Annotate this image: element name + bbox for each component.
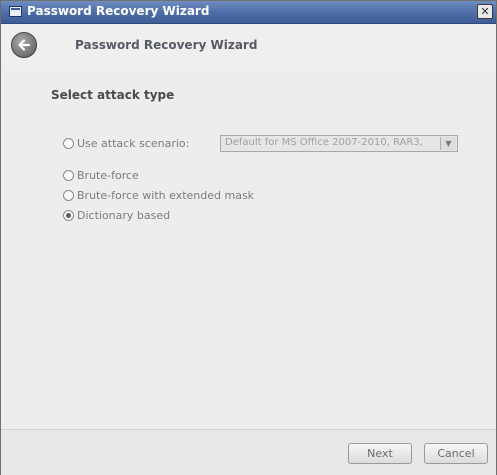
close-button[interactable]: ✕	[477, 4, 493, 19]
option-label: Dictionary based	[77, 209, 171, 222]
window-title: Password Recovery Wizard	[27, 4, 210, 18]
app-window-icon	[9, 6, 22, 17]
chevron-down-icon[interactable]: ▼	[440, 137, 456, 150]
radio-brute-force[interactable]	[63, 170, 74, 181]
back-button[interactable]	[11, 32, 37, 58]
radio-brute-force-extended-mask[interactable]	[63, 190, 74, 201]
title-bar[interactable]: Password Recovery Wizard ✕	[1, 1, 496, 24]
scenario-select-value: Default for MS Office 2007-2010, RAR3,	[225, 137, 423, 148]
option-label: Use attack scenario:	[77, 137, 190, 150]
wizard-window: Password Recovery Wizard ✕ Password Reco…	[0, 0, 497, 475]
option-label: Brute-force with extended mask	[77, 189, 255, 202]
section-title: Select attack type	[51, 88, 175, 102]
radio-use-attack-scenario[interactable]	[63, 138, 74, 149]
wizard-header-title: Password Recovery Wizard	[75, 38, 258, 52]
wizard-footer: Next Cancel	[1, 429, 496, 475]
wizard-content: Select attack type Use attack scenario: …	[1, 66, 496, 429]
cancel-button[interactable]: Cancel	[424, 443, 488, 464]
option-label: Brute-force	[77, 169, 139, 182]
scenario-select[interactable]: Default for MS Office 2007-2010, RAR3, ▼	[220, 135, 458, 152]
radio-dictionary-based[interactable]	[63, 210, 74, 221]
wizard-header: Password Recovery Wizard	[1, 24, 496, 66]
back-arrow-icon	[18, 39, 31, 51]
next-button[interactable]: Next	[348, 443, 412, 464]
